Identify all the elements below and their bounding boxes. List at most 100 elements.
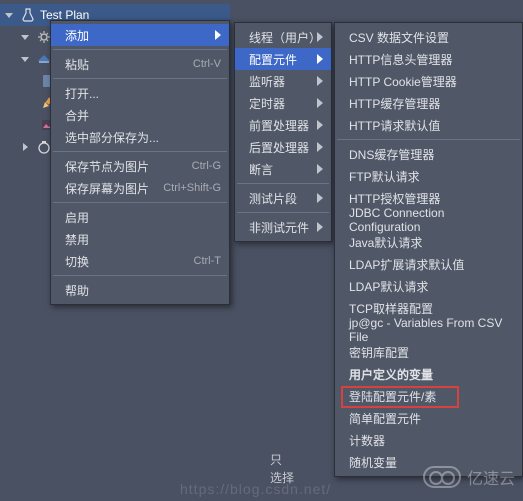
menu-item-user-vars[interactable]: 用户定义的变量 [335,363,522,385]
menu-item-postprocessor[interactable]: 后置处理器 [235,136,331,158]
separator [53,49,227,50]
chevron-right-icon [317,193,323,203]
separator [53,151,227,152]
menu-shortcut: Ctrl-V [193,58,221,70]
menu-item-non-test[interactable]: 非测试元件 [235,216,331,238]
menu-label: 非测试元件 [249,219,317,236]
menu-label: 启用 [65,209,221,226]
menu-item-test-fragment[interactable]: 测试片段 [235,187,331,209]
separator [53,202,227,203]
watermark-url: https://blog.csdn.net/ [180,481,331,497]
cloud-icon [423,466,461,488]
menu-item-http-cache[interactable]: HTTP缓存管理器 [335,92,522,114]
menu-label: 计数器 [349,432,514,449]
menu-shortcut: Ctrl+Shift-G [163,182,221,194]
menu-label: HTTP Cookie管理器 [349,73,514,90]
menu-item-http-cookie[interactable]: HTTP Cookie管理器 [335,70,522,92]
menu-item-assertion[interactable]: 断言 [235,158,331,180]
menu-label: CSV 数据文件设置 [349,29,514,46]
menu-label: 简单配置元件 [349,410,514,427]
menu-label: 选中部分保存为... [65,129,221,146]
context-submenu-config-element: CSV 数据文件设置 HTTP信息头管理器 HTTP Cookie管理器 HTT… [334,22,523,477]
menu-item-ldap-ext[interactable]: LDAP扩展请求默认值 [335,253,522,275]
menu-shortcut: Ctrl-T [194,255,222,267]
menu-label: TCP取样器配置 [349,300,514,317]
menu-label: Java默认请求 [349,234,514,251]
menu-item-config-element[interactable]: 配置元件 [235,48,331,70]
context-menu-main: 添加 粘贴 Ctrl-V 打开... 合并 选中部分保存为... 保存节点为图片… [50,20,230,305]
menu-item-java-defaults[interactable]: Java默认请求 [335,231,522,253]
menu-label: 前置处理器 [249,117,317,134]
chevron-right-icon [317,142,323,152]
menu-item-timer[interactable]: 定时器 [235,92,331,114]
menu-label: 打开... [65,85,221,102]
menu-shortcut: Ctrl-G [192,160,221,172]
chevron-right-icon [317,164,323,174]
flask-icon [20,7,36,23]
menu-label: 合并 [65,107,221,124]
menu-item-jpgc-csv[interactable]: jp@gc - Variables From CSV File [335,319,522,341]
menu-item-save-selection-as[interactable]: 选中部分保存为... [51,126,229,148]
menu-label: 线程（用户） [249,29,317,46]
menu-item-open[interactable]: 打开... [51,82,229,104]
menu-item-simple-config[interactable]: 简单配置元件 [335,407,522,429]
menu-label: DNS缓存管理器 [349,146,514,163]
menu-label: 断言 [249,161,317,178]
watermark-text: 亿速云 [467,465,515,489]
menu-label: 切换 [65,253,194,270]
menu-label: FTP默认请求 [349,168,514,185]
menu-item-dns-cache[interactable]: DNS缓存管理器 [335,143,522,165]
chevron-right-icon [317,120,323,130]
chevron-down-icon [20,32,30,42]
menu-label: 密钥库配置 [349,344,514,361]
menu-item-http-header[interactable]: HTTP信息头管理器 [335,48,522,70]
menu-item-preprocessor[interactable]: 前置处理器 [235,114,331,136]
menu-item-ftp-defaults[interactable]: FTP默认请求 [335,165,522,187]
menu-item-threads[interactable]: 线程（用户） [235,26,331,48]
separator [237,183,329,184]
menu-label: 登陆配置元件/素 [349,388,514,405]
menu-item-enable[interactable]: 启用 [51,206,229,228]
menu-item-help[interactable]: 帮助 [51,279,229,301]
menu-label: 配置元件 [249,51,317,68]
chevron-down-icon [20,54,30,64]
menu-item-paste[interactable]: 粘贴 Ctrl-V [51,53,229,75]
menu-label: HTTP缓存管理器 [349,95,514,112]
menu-label: 禁用 [65,231,221,248]
menu-item-merge[interactable]: 合并 [51,104,229,126]
menu-label: HTTP授权管理器 [349,190,514,207]
menu-label: 后置处理器 [249,139,317,156]
menu-label: 定时器 [249,95,317,112]
menu-label: HTTP信息头管理器 [349,51,514,68]
menu-item-toggle[interactable]: 切换 Ctrl-T [51,250,229,272]
chevron-right-icon [317,54,323,64]
separator [337,139,520,140]
menu-item-csv-data[interactable]: CSV 数据文件设置 [335,26,522,48]
chevron-right-icon [317,76,323,86]
context-submenu-add: 线程（用户） 配置元件 监听器 定时器 前置处理器 后置处理器 断言 测试片段 … [234,22,332,242]
menu-label: HTTP请求默认值 [349,117,514,134]
menu-item-jdbc[interactable]: JDBC Connection Configuration [335,209,522,231]
menu-item-add[interactable]: 添加 [51,24,229,46]
chevron-right-icon [317,98,323,108]
menu-item-login-config[interactable]: 登陆配置元件/素 [335,385,522,407]
menu-item-listener[interactable]: 监听器 [235,70,331,92]
menu-label: 监听器 [249,73,317,90]
menu-item-save-node-image[interactable]: 保存节点为图片 Ctrl-G [51,155,229,177]
menu-item-keystore[interactable]: 密钥库配置 [335,341,522,363]
menu-item-ldap-defaults[interactable]: LDAP默认请求 [335,275,522,297]
chevron-right-icon [317,32,323,42]
chevron-down-icon [4,10,14,20]
menu-label: 保存节点为图片 [65,158,192,175]
menu-item-counter[interactable]: 计数器 [335,429,522,451]
menu-label: 保存屏幕为图片 [65,180,163,197]
menu-label: 添加 [65,27,215,44]
chevron-right-icon [20,142,30,152]
menu-item-http-defaults[interactable]: HTTP请求默认值 [335,114,522,136]
menu-label: 帮助 [65,282,221,299]
menu-label: 用户定义的变量 [349,366,514,383]
partial-only: 只 [270,451,294,469]
menu-item-disable[interactable]: 禁用 [51,228,229,250]
menu-item-save-screen-image[interactable]: 保存屏幕为图片 Ctrl+Shift-G [51,177,229,199]
menu-label: LDAP扩展请求默认值 [349,256,514,273]
